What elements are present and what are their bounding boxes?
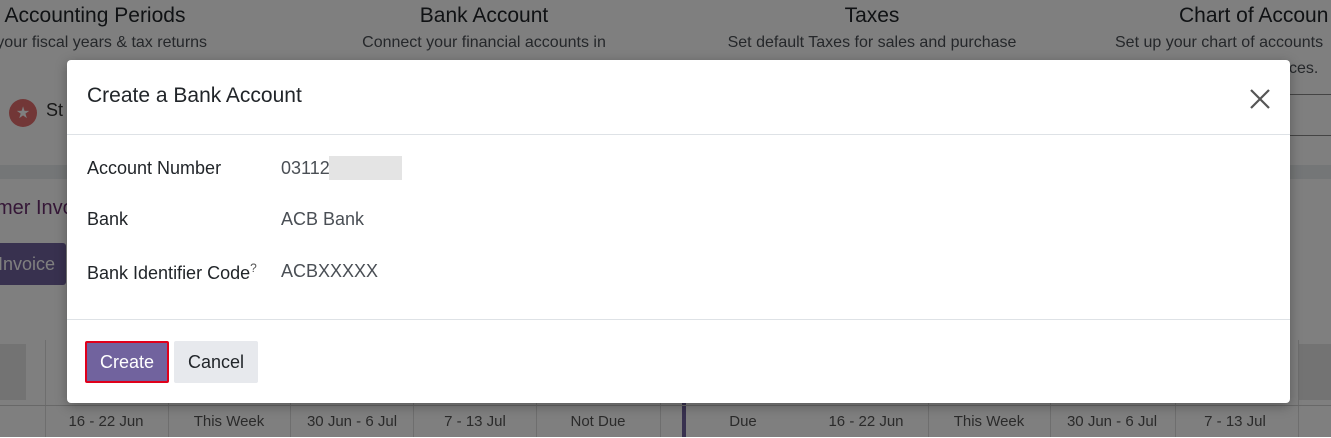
field-label: Account Number xyxy=(87,158,222,178)
create-bank-account-dialog: Create a Bank Account Account Number 031… xyxy=(67,60,1290,403)
create-button[interactable]: Create xyxy=(85,341,169,383)
close-icon[interactable] xyxy=(1245,84,1275,114)
help-icon[interactable]: ? xyxy=(250,261,257,275)
field-bank: Bank ACB Bank xyxy=(67,209,1290,239)
account-number-head: 03112 xyxy=(281,158,330,178)
dialog-title: Create a Bank Account xyxy=(87,84,302,107)
bic-label: Bank Identifier Code xyxy=(87,263,251,283)
field-label: Bank xyxy=(87,209,129,229)
cancel-button[interactable]: Cancel xyxy=(174,341,258,383)
bic-value[interactable]: ACBXXXXX xyxy=(281,261,378,282)
dialog-header: Create a Bank Account xyxy=(67,60,1290,135)
dialog-footer: Create Cancel xyxy=(67,319,1290,404)
field-label: Bank Identifier Code? xyxy=(87,261,257,284)
redaction-block xyxy=(329,156,402,180)
bank-value[interactable]: ACB Bank xyxy=(281,209,364,230)
field-account-number: Account Number 031120 xyxy=(67,158,1290,188)
field-bic: Bank Identifier Code? ACBXXXXX xyxy=(67,261,1290,291)
dialog-body: Account Number 031120 Bank ACB Bank Bank… xyxy=(67,135,1290,319)
